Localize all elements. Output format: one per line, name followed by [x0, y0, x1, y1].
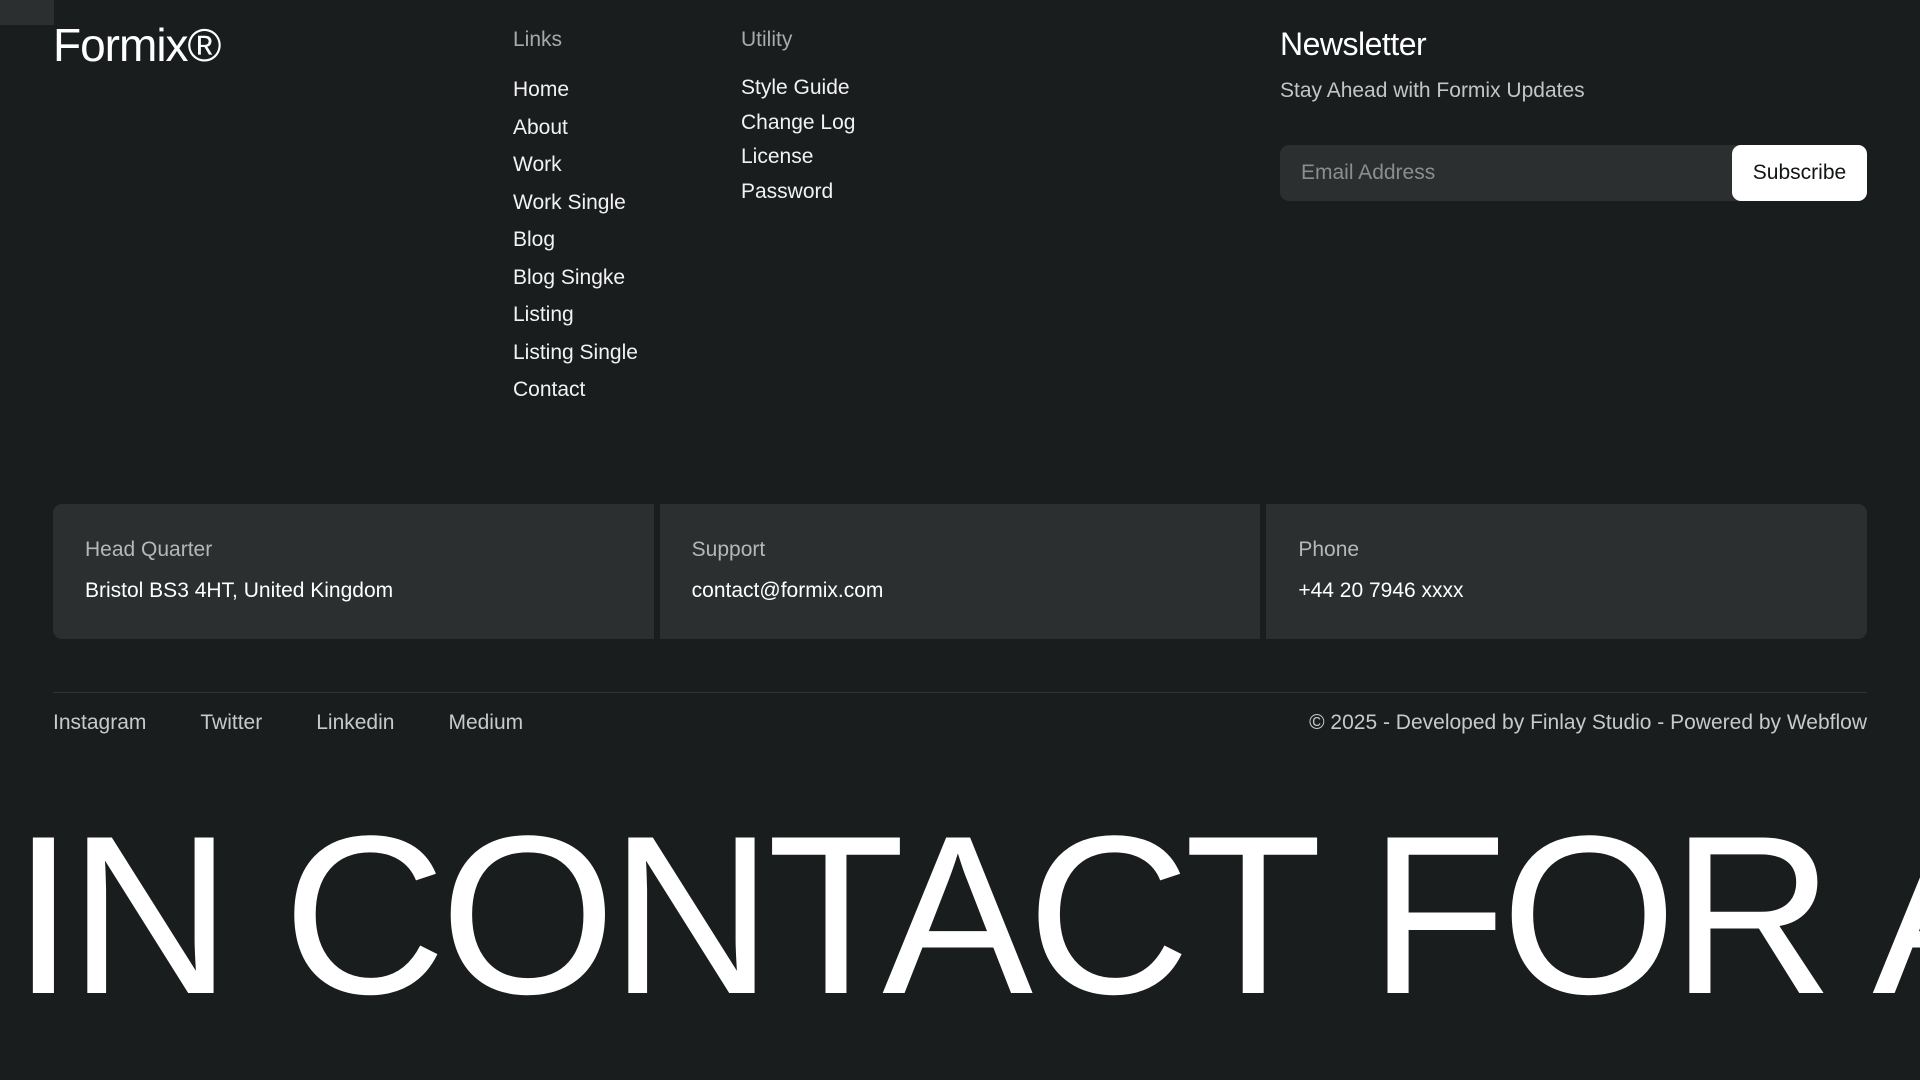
- link-work-single[interactable]: Work Single: [513, 184, 638, 222]
- social-instagram[interactable]: Instagram: [53, 711, 146, 735]
- headquarter-card: Head Quarter Bristol BS3 4HT, United Kin…: [53, 504, 654, 639]
- link-contact[interactable]: Contact: [513, 371, 638, 409]
- copyright-text: © 2025 - Developed by Finlay Studio - Po…: [1309, 711, 1867, 734]
- utility-list: Style Guide Change Log License Password: [741, 71, 855, 209]
- support-email-link[interactable]: contact@formix.com: [692, 579, 1261, 603]
- newsletter-title: Newsletter: [1280, 26, 1427, 62]
- phone-value[interactable]: +44 20 7946 xxxx: [1298, 579, 1867, 603]
- link-listing-single[interactable]: Listing Single: [513, 334, 638, 372]
- headquarter-value: Bristol BS3 4HT, United Kingdom: [85, 579, 394, 602]
- contact-cards: Head Quarter Bristol BS3 4HT, United Kin…: [53, 504, 1868, 639]
- link-blog[interactable]: Blog: [513, 221, 638, 259]
- social-medium[interactable]: Medium: [448, 711, 523, 735]
- link-blog-single[interactable]: Blog Singke: [513, 259, 638, 297]
- social-twitter[interactable]: Twitter: [200, 711, 262, 735]
- social-links: Instagram Twitter Linkedin Medium: [53, 711, 523, 735]
- support-label: Support: [691, 538, 766, 561]
- footer-page: Formix® Links Home About Work Work Singl…: [0, 0, 1920, 1080]
- marquee-headline: IN CONTACT FOR A: [12, 788, 1920, 1041]
- link-home[interactable]: Home: [513, 71, 638, 109]
- phone-card: Phone +44 20 7946 xxxx: [1266, 504, 1868, 639]
- social-linkedin[interactable]: Linkedin: [316, 711, 394, 735]
- phone-label: Phone: [1298, 538, 1360, 561]
- subscribe-form: Subscribe: [1280, 145, 1867, 201]
- headquarter-label: Head Quarter: [85, 538, 213, 561]
- utility-title: Utility: [741, 28, 793, 51]
- link-password[interactable]: Password: [741, 175, 855, 210]
- links-list: Home About Work Work Single Blog Blog Si…: [513, 71, 638, 409]
- link-about[interactable]: About: [513, 109, 638, 147]
- corner-block: [0, 0, 54, 25]
- newsletter-section: Newsletter Stay Ahead with Formix Update…: [1280, 26, 1867, 201]
- links-title: Links: [513, 28, 563, 51]
- brand-logo[interactable]: Formix®: [53, 18, 221, 72]
- link-work[interactable]: Work: [513, 146, 638, 184]
- links-column: Links Home About Work Work Single Blog B…: [513, 28, 638, 409]
- subscribe-button[interactable]: Subscribe: [1732, 145, 1867, 201]
- support-card: Support contact@formix.com: [659, 504, 1261, 639]
- footer-divider: [53, 692, 1867, 693]
- utility-column: Utility Style Guide Change Log License P…: [741, 28, 855, 209]
- link-change-log[interactable]: Change Log: [741, 106, 855, 141]
- link-listing[interactable]: Listing: [513, 296, 638, 334]
- link-style-guide[interactable]: Style Guide: [741, 71, 855, 106]
- link-license[interactable]: License: [741, 140, 855, 175]
- newsletter-subtitle: Stay Ahead with Formix Updates: [1280, 79, 1585, 102]
- email-input[interactable]: [1280, 145, 1700, 201]
